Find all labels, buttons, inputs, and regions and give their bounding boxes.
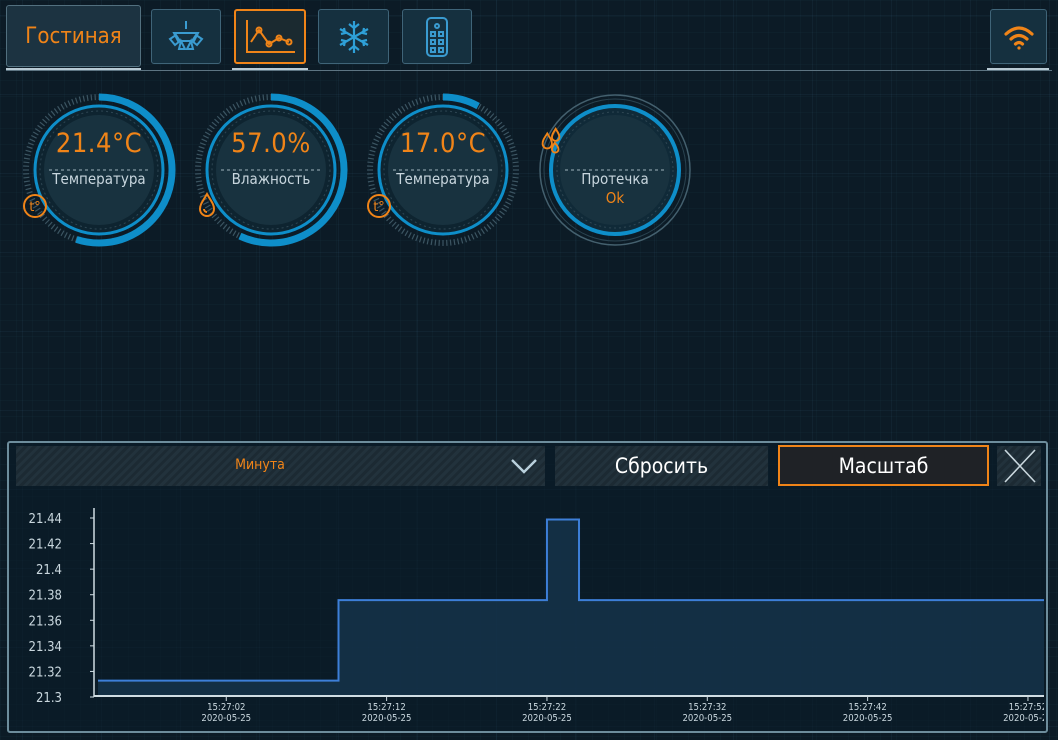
gauge-status: Ok <box>605 189 625 207</box>
y-tick-label: 21.32 <box>29 665 62 680</box>
temperature-gauge-2[interactable]: 17.0°C Температура t° <box>365 92 521 248</box>
svg-text:t°: t° <box>29 200 41 215</box>
wifi-button[interactable] <box>990 9 1047 64</box>
x-tick-time: 15:27:52 <box>1009 702 1044 713</box>
gauge-label: Температура <box>52 170 146 188</box>
interval-select[interactable]: Минута <box>16 446 545 486</box>
close-icon <box>1004 449 1036 483</box>
y-tick-label: 21.3 <box>36 691 62 706</box>
x-tick-time: 15:27:12 <box>367 702 405 713</box>
thermometer-icon: t° <box>367 194 391 218</box>
snowflake-icon <box>338 20 369 53</box>
wifi-icon <box>1003 25 1034 50</box>
drop-icon <box>198 191 216 217</box>
x-tick-date: 2020-05-25 <box>843 713 893 724</box>
room-tab[interactable]: Гостиная <box>6 5 141 67</box>
gauge-value: 21.4°C <box>55 128 143 159</box>
thermometer-icon: t° <box>23 194 47 218</box>
x-tick-time: 15:27:32 <box>688 702 726 713</box>
y-tick-label: 21.38 <box>29 589 62 604</box>
svg-text:t°: t° <box>373 200 385 215</box>
chart-icon <box>246 19 295 53</box>
chart-tab[interactable] <box>234 9 306 64</box>
interval-value: Минута <box>235 457 285 473</box>
x-tick-date: 2020-05-25 <box>201 713 251 724</box>
climate-tab[interactable] <box>318 9 389 64</box>
chevron-down-icon <box>511 459 537 474</box>
y-tick-label: 21.36 <box>29 614 62 629</box>
x-tick-time: 15:27:22 <box>528 702 566 713</box>
chandelier-icon <box>168 20 204 50</box>
y-tick-label: 21.34 <box>29 640 62 655</box>
x-tick-date: 2020-05-25 <box>1003 713 1044 724</box>
reset-button[interactable]: Сбросить <box>555 446 768 486</box>
header-divider <box>6 70 1052 71</box>
temperature-chart[interactable]: 21.44 21.42 21.4 21.38 21.36 21.34 21.32 21.3 15… <box>14 500 1044 730</box>
x-tick-time: 15:27:42 <box>848 702 886 713</box>
gauge-level-arc <box>442 93 480 110</box>
room-tab-label: Гостиная <box>25 23 122 49</box>
remote-icon <box>426 16 448 57</box>
remote-tab[interactable] <box>402 9 472 64</box>
x-tick-date: 2020-05-25 <box>522 713 572 724</box>
gauge-label: Влажность <box>231 170 311 188</box>
leak-gauge[interactable]: Протечка Ok <box>537 92 693 248</box>
gauge-label: Протечка <box>581 170 649 188</box>
gauge-value: 17.0°C <box>399 128 487 159</box>
x-tick-time: 15:27:02 <box>207 702 245 713</box>
temperature-gauge-1[interactable]: 21.4°C Температура t° <box>21 92 177 248</box>
y-tick-label: 21.44 <box>29 512 62 527</box>
series-area <box>98 519 1044 696</box>
lighting-tab[interactable] <box>151 9 221 64</box>
x-tick-date: 2020-05-25 <box>362 713 412 724</box>
scale-button[interactable]: Масштаб <box>778 445 989 486</box>
x-tick-date: 2020-05-25 <box>682 713 732 724</box>
y-tick-label: 21.4 <box>36 563 62 578</box>
drops-icon <box>541 127 561 154</box>
close-button[interactable] <box>997 446 1041 486</box>
humidity-gauge[interactable]: 57.0% Влажность <box>193 92 349 248</box>
gauge-label: Температура <box>396 170 490 188</box>
gauge-value: 57.0% <box>231 128 311 159</box>
y-tick-label: 21.42 <box>29 538 62 553</box>
